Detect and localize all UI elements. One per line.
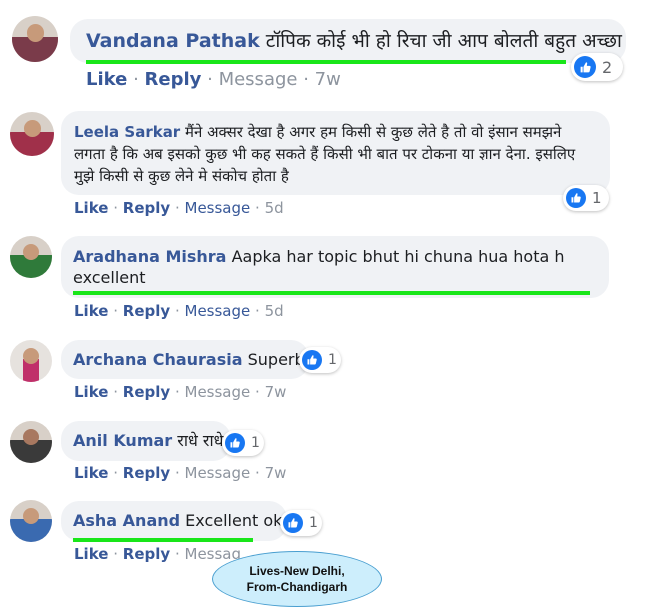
like-link[interactable]: Like: [74, 302, 108, 320]
like-icon: [283, 513, 303, 533]
reaction-number: 1: [328, 352, 337, 368]
reaction-count[interactable]: 1: [563, 185, 609, 211]
timestamp[interactable]: 5d: [265, 199, 284, 217]
like-icon: [574, 56, 596, 78]
like-icon: [566, 188, 586, 208]
reaction-count[interactable]: 1: [280, 510, 322, 536]
like-icon: [302, 350, 322, 370]
reply-link[interactable]: Reply: [123, 383, 170, 401]
reaction-number: 1: [309, 515, 318, 531]
like-link[interactable]: Like: [74, 464, 108, 482]
timestamp[interactable]: 7w: [265, 464, 287, 482]
reaction-count[interactable]: 2: [571, 53, 623, 81]
commenter-name[interactable]: Asha Anand: [73, 511, 180, 530]
comment-actions: Like · Reply · Message · 5d: [74, 199, 284, 217]
commenter-name[interactable]: Leela Sarkar: [74, 123, 180, 141]
comment-actions: Like · Reply · Messag: [74, 545, 242, 563]
comment-actions: Like · Reply · Message · 7w: [86, 69, 341, 90]
comment-text: टॉपिक कोई भी हो रिचा जी आप बोलती बहुत अच…: [265, 30, 622, 52]
reply-link[interactable]: Reply: [123, 199, 170, 217]
timestamp[interactable]: 7w: [315, 69, 341, 90]
commenter-name[interactable]: Anil Kumar: [73, 431, 172, 450]
comment-text: राधे राधे: [177, 431, 224, 450]
reaction-number[interactable]: 1: [592, 189, 602, 207]
comment-text: Excellent ok: [185, 511, 283, 530]
comment-bubble: Asha Anand Excellent ok: [61, 501, 287, 541]
location-callout: Lives-New Delhi, From-Chandigarh: [212, 551, 382, 607]
like-icon: [225, 433, 245, 453]
avatar[interactable]: [12, 16, 58, 62]
timestamp[interactable]: 7w: [265, 383, 287, 401]
avatar[interactable]: [10, 421, 52, 463]
avatar[interactable]: [10, 500, 52, 542]
message-link[interactable]: Message: [185, 302, 251, 320]
reply-link[interactable]: Reply: [145, 69, 202, 90]
reaction-number: 2: [602, 57, 613, 77]
message-link[interactable]: Message: [219, 69, 298, 90]
comment-actions: Like · Reply · Message · 7w: [74, 383, 287, 401]
like-link[interactable]: Like: [74, 383, 108, 401]
timestamp[interactable]: 5d: [265, 302, 284, 320]
callout-line-2: From-Chandigarh: [246, 580, 348, 594]
like-link[interactable]: Like: [74, 545, 108, 563]
comment-bubble: Vandana Pathak टॉपिक कोई भी हो रिचा जी आ…: [70, 19, 626, 63]
message-link[interactable]: Message: [185, 464, 251, 482]
reply-link[interactable]: Reply: [123, 302, 170, 320]
highlight-underline: [73, 538, 253, 542]
avatar[interactable]: [10, 236, 52, 278]
highlight-underline: [86, 60, 566, 64]
callout-line-1: Lives-New Delhi,: [249, 564, 345, 578]
reply-link[interactable]: Reply: [123, 464, 170, 482]
avatar[interactable]: [10, 340, 52, 382]
avatar[interactable]: [10, 112, 54, 156]
like-link[interactable]: Like: [74, 199, 108, 217]
message-link[interactable]: Message: [185, 383, 251, 401]
reaction-count[interactable]: 1: [299, 347, 341, 373]
comment-text: Superb: [247, 350, 305, 369]
message-link[interactable]: Message: [185, 199, 251, 217]
like-link[interactable]: Like: [86, 69, 127, 90]
comment-bubble: Leela Sarkar मैंने अक्सर देखा है अगर हम …: [61, 111, 610, 195]
comment-bubble: Anil Kumar राधे राधे: [61, 421, 231, 461]
commenter-name[interactable]: Vandana Pathak: [86, 30, 260, 52]
comment-actions: Like · Reply · Message · 7w: [74, 464, 287, 482]
commenter-name[interactable]: Archana Chaurasia: [73, 350, 243, 369]
highlight-underline: [73, 291, 590, 295]
reaction-number: 1: [251, 435, 260, 451]
comment-bubble: Aradhana Mishra Aapka har topic bhut hi …: [61, 236, 609, 298]
comment-bubble: Archana Chaurasia Superb: [61, 340, 309, 379]
comment-actions: Like · Reply · Message · 5d: [74, 302, 284, 320]
reply-link[interactable]: Reply: [123, 545, 170, 563]
commenter-name[interactable]: Aradhana Mishra: [73, 247, 226, 266]
reaction-count[interactable]: 1: [222, 430, 264, 456]
